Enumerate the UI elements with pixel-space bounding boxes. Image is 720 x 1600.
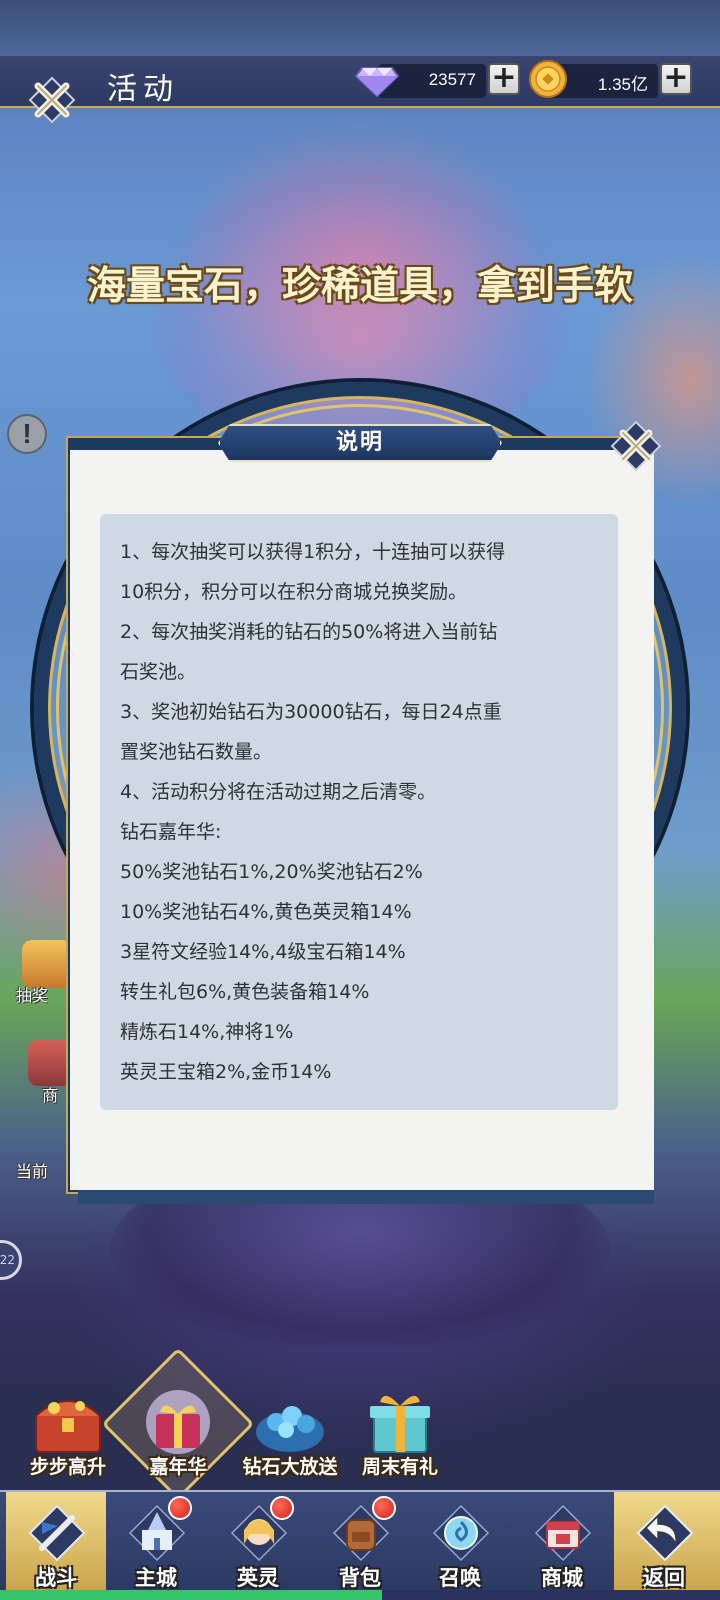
summon-portal-icon	[432, 1504, 490, 1562]
gold-amount: 1.35亿	[597, 75, 648, 94]
rule-line: 3星符文经验14%,4级宝石箱14%	[120, 941, 406, 963]
nav-label: 背包	[339, 1565, 381, 1590]
exclamation-icon[interactable]: !	[7, 414, 47, 454]
tab-label: 周末有礼	[361, 1456, 438, 1478]
gift-box-icon	[146, 1390, 210, 1454]
tab-carnival[interactable]: 嘉年华	[101, 1347, 255, 1501]
diamond-amount: 23577	[428, 70, 476, 89]
lottery-side-label: 抽奖	[16, 986, 49, 1005]
nav-shop[interactable]: 商城	[512, 1492, 612, 1596]
rule-line: 置奖池钻石数量。	[120, 741, 273, 763]
rule-line: 50%奖池钻石1%,20%奖池钻石2%	[120, 861, 423, 883]
close-activity-button[interactable]	[24, 72, 80, 128]
page-title: 活动	[107, 72, 179, 107]
sword-flag-icon	[28, 1504, 86, 1562]
diamond-pile-icon	[256, 1406, 324, 1452]
current-pool-label: 当前	[16, 1162, 49, 1181]
gold-coin-icon	[529, 60, 567, 98]
close-x-icon	[610, 420, 662, 472]
plus-icon: +	[491, 60, 517, 95]
treasure-chest-icon	[35, 1400, 101, 1453]
rule-line: 精炼石14%,神将1%	[120, 1021, 294, 1043]
diamond-icon	[354, 67, 400, 98]
rule-line: 钻石嘉年华:	[120, 821, 222, 843]
lottery-side-icon[interactable]	[22, 940, 72, 988]
side-round-text: 22	[0, 1253, 15, 1267]
rule-line: 石奖池。	[120, 661, 197, 683]
rule-line: 10积分，积分可以在积分商城兑换奖励。	[120, 581, 468, 603]
rule-line: 1、每次抽奖可以获得1积分，十连抽可以获得	[120, 541, 506, 563]
rule-line: 4、活动积分将在活动过期之后清零。	[120, 781, 437, 803]
close-dialog-button[interactable]	[608, 418, 664, 474]
add-gold-button[interactable]: +	[660, 63, 692, 95]
nav-heroes[interactable]: 英灵	[208, 1492, 308, 1596]
back-arrow-icon	[636, 1504, 694, 1562]
tab-step-up[interactable]: 步步高升	[12, 1378, 124, 1488]
notification-badge	[168, 1496, 192, 1520]
nav-label: 战斗	[35, 1565, 77, 1590]
rule-line: 英灵王宝箱2%,金币14%	[120, 1061, 332, 1083]
tab-diamond-giveaway[interactable]: 钻石大放送	[234, 1378, 346, 1488]
rules-text-box: 1、每次抽奖可以获得1积分，十连抽可以获得 10积分，积分可以在积分商城兑换奖励…	[100, 514, 618, 1110]
plus-icon: +	[663, 60, 689, 95]
nav-label: 主城	[135, 1565, 177, 1590]
gift-box-icon	[370, 1395, 430, 1453]
nav-main-city[interactable]: 主城	[106, 1492, 206, 1596]
rule-line: 2、每次抽奖消耗的钻石的50%将进入当前钻	[120, 621, 498, 643]
nav-backpack[interactable]: 背包	[310, 1492, 410, 1596]
add-diamonds-button[interactable]: +	[488, 63, 520, 95]
notification-badge	[270, 1496, 294, 1520]
rule-line: 10%奖池钻石4%,黄色英灵箱14%	[120, 901, 412, 923]
info-dialog-base	[78, 1190, 654, 1204]
event-slogan: 海量宝石，珍稀道具，拿到手软	[86, 263, 633, 309]
loading-progress-fill	[0, 1590, 382, 1600]
nav-summon[interactable]: 召唤	[410, 1492, 510, 1596]
dialog-title: 说明	[335, 430, 384, 455]
nav-battle[interactable]: 战斗	[6, 1492, 106, 1596]
rule-line: 转生礼包6%,黄色装备箱14%	[120, 981, 370, 1003]
close-x-icon	[28, 76, 76, 124]
nav-label: 返回	[643, 1565, 685, 1590]
notification-badge	[372, 1496, 396, 1520]
tab-weekend-gift[interactable]: 周末有礼	[344, 1378, 456, 1488]
rule-line: 3、奖池初始钻石为30000钻石，每日24点重	[120, 701, 502, 723]
nav-label: 英灵	[237, 1565, 279, 1590]
shop-stall-icon	[534, 1504, 592, 1562]
nav-label: 召唤	[439, 1565, 481, 1590]
nav-back-button[interactable]: 返回	[614, 1492, 720, 1596]
shop-side-label: 商	[42, 1086, 59, 1105]
nav-label: 商城	[541, 1565, 583, 1590]
